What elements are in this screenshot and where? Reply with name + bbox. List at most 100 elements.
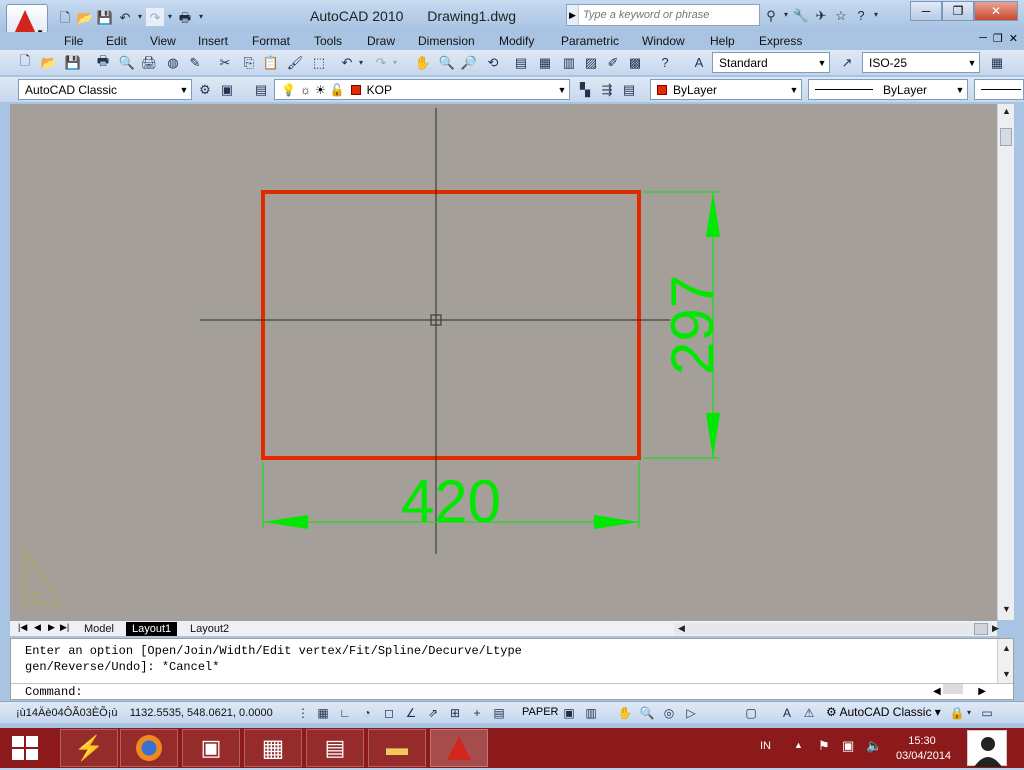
- menu-window[interactable]: Window: [642, 34, 685, 48]
- rectangle-object[interactable]: [261, 190, 641, 460]
- taskbar-firefox[interactable]: [120, 729, 178, 767]
- input-language[interactable]: IN: [760, 740, 771, 752]
- clean-screen-icon[interactable]: ▭: [978, 704, 996, 721]
- help-icon[interactable]: ?: [852, 6, 870, 24]
- dimension-style-select[interactable]: ISO-25 ▼: [862, 52, 980, 73]
- plot-icon[interactable]: 🖶: [94, 53, 112, 71]
- layer-properties-icon[interactable]: ▤: [252, 81, 270, 98]
- action-center-flag-icon[interactable]: ⚑: [818, 738, 830, 754]
- menu-tools[interactable]: Tools: [314, 34, 342, 48]
- menu-insert[interactable]: Insert: [198, 34, 228, 48]
- quick-view-drawings-icon[interactable]: ▥: [582, 704, 600, 721]
- ortho-mode-icon[interactable]: ∟: [336, 704, 354, 721]
- layer-previous-icon[interactable]: ⇶: [598, 81, 616, 98]
- annotation-visibility-icon[interactable]: ⚠: [800, 704, 818, 721]
- pan-realtime-icon[interactable]: ✋: [414, 54, 432, 71]
- showmotion-icon[interactable]: ▷: [682, 704, 700, 721]
- new-icon[interactable]: 🗋: [56, 8, 74, 26]
- quick-properties-icon[interactable]: ▤: [490, 704, 508, 721]
- menu-express[interactable]: Express: [759, 34, 802, 48]
- menu-help[interactable]: Help: [710, 34, 735, 48]
- text-style-icon[interactable]: A: [690, 54, 708, 71]
- tool-palettes-icon[interactable]: ▥: [560, 54, 578, 71]
- horizontal-scrollbar[interactable]: ◀ ▶: [674, 623, 999, 635]
- polar-tracking-icon[interactable]: ◔: [358, 704, 376, 721]
- save-icon[interactable]: 💾: [96, 8, 114, 26]
- taskbar-app-4[interactable]: ▦: [244, 729, 302, 767]
- linetype-select[interactable]: ByLayer ▼: [808, 79, 968, 100]
- workspace-settings-icon[interactable]: ⚙: [196, 81, 214, 98]
- first-tab-icon[interactable]: |◀: [18, 622, 27, 633]
- h-scroll-thumb[interactable]: [974, 623, 988, 635]
- markup-set-manager-icon[interactable]: ✐: [604, 54, 622, 71]
- make-current-layer-icon[interactable]: ▚: [576, 81, 594, 98]
- vertical-dimension[interactable]: 297: [643, 191, 726, 459]
- sheet-set-manager-icon[interactable]: ▨: [582, 54, 600, 71]
- user-avatar[interactable]: [967, 730, 1007, 767]
- cut-icon[interactable]: ✂: [216, 54, 234, 71]
- text-style-select[interactable]: Standard ▼: [712, 52, 830, 73]
- satellite-icon[interactable]: ✈: [812, 6, 830, 24]
- taskbar-explorer[interactable]: ▬: [368, 729, 426, 767]
- menu-draw[interactable]: Draw: [367, 34, 395, 48]
- redo-icon[interactable]: ↷: [146, 8, 164, 26]
- save-icon[interactable]: 💾: [64, 54, 82, 71]
- taskbar-app-1[interactable]: ⚡: [60, 729, 118, 767]
- volume-icon[interactable]: 🔈: [866, 738, 882, 754]
- scroll-left-icon[interactable]: ◀: [933, 686, 941, 697]
- taskbar-autocad[interactable]: [430, 729, 488, 767]
- maximize-viewport-icon[interactable]: ▢: [742, 704, 760, 721]
- plot-icon[interactable]: 🖶: [176, 8, 194, 26]
- network-icon[interactable]: ▣: [842, 738, 854, 754]
- vertical-scrollbar[interactable]: ▲ ▼: [997, 104, 1014, 620]
- menu-modify[interactable]: Modify: [499, 34, 534, 48]
- command-scrollbar[interactable]: ▲ ▼: [997, 639, 1013, 683]
- zoom-realtime-icon[interactable]: 🔍: [438, 54, 456, 71]
- maximize-button[interactable]: ❐: [942, 1, 974, 21]
- layer-states-icon[interactable]: ▤: [620, 81, 638, 98]
- copy-icon[interactable]: ⎘: [240, 54, 258, 71]
- scroll-down-icon[interactable]: ▼: [1002, 604, 1011, 614]
- paste-icon[interactable]: 📋: [262, 54, 280, 71]
- scroll-down-icon[interactable]: ▼: [1002, 669, 1011, 679]
- scroll-thumb[interactable]: [1000, 128, 1012, 146]
- quickcalc-icon[interactable]: ▩: [626, 54, 644, 71]
- doc-restore-button[interactable]: ❐: [993, 32, 1003, 45]
- doc-minimize-button[interactable]: ─: [979, 32, 987, 45]
- quick-view-layouts-icon[interactable]: ▣: [560, 704, 578, 721]
- paper-space-toggle[interactable]: PAPER: [522, 706, 558, 718]
- dynamic-input-icon[interactable]: ⊞: [446, 704, 464, 721]
- match-properties-icon[interactable]: 🖌: [286, 54, 304, 71]
- annotation-scale-icon[interactable]: A: [778, 704, 796, 721]
- redo-dropdown-icon[interactable]: ▾: [166, 8, 174, 26]
- prev-tab-icon[interactable]: ◀: [34, 622, 41, 633]
- etransmit-icon[interactable]: ✎: [186, 54, 204, 71]
- zoom-window-icon[interactable]: 🔎: [460, 54, 478, 71]
- properties-icon[interactable]: ▤: [512, 54, 530, 71]
- lineweight-icon[interactable]: +: [468, 704, 486, 721]
- horizontal-dimension[interactable]: 420: [262, 462, 640, 535]
- tab-model[interactable]: Model: [78, 622, 120, 636]
- chevron-down-icon[interactable]: ▾: [782, 6, 790, 24]
- open-icon[interactable]: 📂: [76, 8, 94, 26]
- taskbar-app-5[interactable]: ▤: [306, 729, 364, 767]
- publish-icon[interactable]: 🖨: [140, 54, 158, 71]
- menu-parametric[interactable]: Parametric: [561, 34, 619, 48]
- grid-display-icon[interactable]: ▦: [314, 704, 332, 721]
- redo-icon[interactable]: ↷: [372, 54, 390, 71]
- undo-icon[interactable]: ↶: [116, 8, 134, 26]
- lineweight-select[interactable]: [974, 79, 1024, 100]
- last-tab-icon[interactable]: ▶|: [60, 622, 69, 633]
- h-scroll-thumb[interactable]: [943, 684, 964, 694]
- search-input[interactable]: [579, 9, 755, 21]
- pan-icon[interactable]: ✋: [616, 704, 634, 721]
- qat-customize-icon[interactable]: ▾: [196, 8, 206, 26]
- taskbar-app-3[interactable]: ▣: [182, 729, 240, 767]
- command-input[interactable]: [93, 684, 933, 698]
- layer-select[interactable]: 💡 ☼ ☀ 🔓 KOP ▼: [274, 79, 570, 100]
- menu-edit[interactable]: Edit: [106, 34, 127, 48]
- next-tab-icon[interactable]: ▶: [48, 622, 55, 633]
- scroll-up-icon[interactable]: ▲: [1002, 643, 1011, 653]
- redo-dropdown-icon[interactable]: ▾: [390, 54, 400, 71]
- design-center-icon[interactable]: ▦: [536, 54, 554, 71]
